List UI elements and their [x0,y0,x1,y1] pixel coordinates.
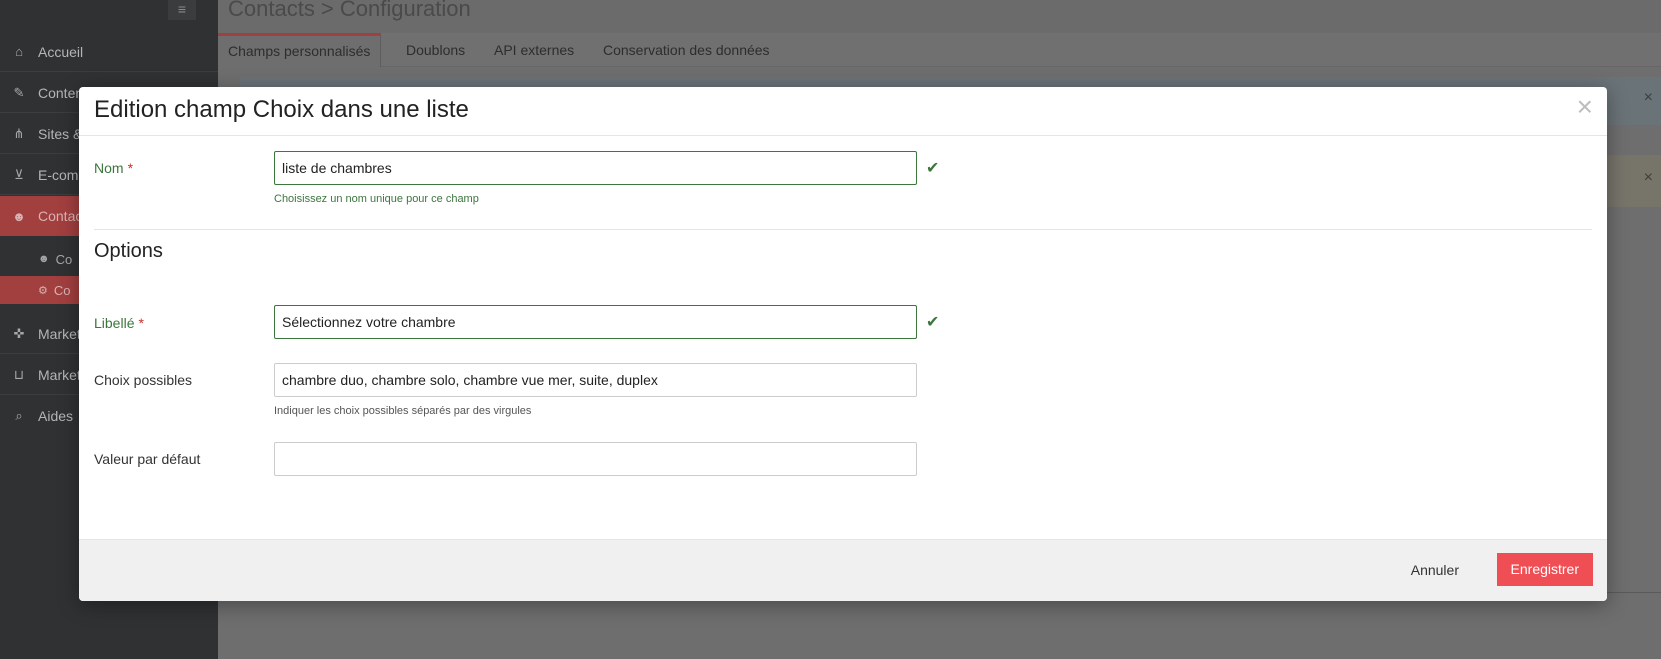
sidebar-item-accueil[interactable]: ⌂ Accueil [0,32,218,72]
options-section-title: Options [94,240,163,262]
default-value-input[interactable] [274,442,917,476]
users-icon: ☻ [12,208,26,224]
close-icon[interactable]: × [1577,93,1593,121]
sidebar-item-label: Market [38,366,81,383]
required-mark: * [127,160,134,176]
tab-custom-fields[interactable]: Champs personnalisés [218,33,382,67]
modal-title: Edition champ Choix dans une liste [94,96,469,123]
checkmark-icon: ✔ [926,314,940,331]
cogs-icon: ⚙ [38,284,48,297]
menu-toggle-icon[interactable]: ≡ [168,0,196,20]
modal-header: Edition champ Choix dans une liste × [79,87,1607,136]
tab-data-retention[interactable]: Conservation des données [593,33,780,67]
sidebar-item-label: Conten [38,84,84,101]
libelle-label-text: Libellé [94,315,135,331]
tab-duplicates[interactable]: Doublons [396,33,475,67]
home-icon: ⌂ [15,44,23,59]
libelle-input[interactable] [274,305,917,339]
modal-footer: Annuler Enregistrer [79,539,1607,601]
name-label-text: Nom [94,160,124,176]
name-label: Nom * [94,160,133,176]
sitemap-icon: ⋔ [13,125,25,141]
close-icon[interactable]: × [1644,89,1653,107]
sidebar-item-label: Aides [38,408,74,424]
sidebar-subitem-label: Co [53,282,71,298]
choices-input[interactable] [274,363,917,397]
divider [1600,592,1661,593]
default-value-label: Valeur par défaut [94,451,201,467]
edit-field-modal: Edition champ Choix dans une liste × Nom… [79,87,1607,601]
cancel-button[interactable]: Annuler [1403,554,1467,586]
required-mark: * [138,315,144,331]
name-help-text: Choisissez un nom unique pour ce champ [274,193,479,205]
sidebar-item-label: Marketi [38,325,84,342]
users-icon: ☻ [38,253,50,265]
cart-icon: ⊻ [14,166,24,182]
checkmark-icon: ✔ [926,160,940,177]
tab-external-api[interactable]: API externes [484,33,584,67]
close-icon[interactable]: × [1644,169,1653,187]
libelle-label: Libellé * [94,315,144,331]
choices-label: Choix possibles [94,372,193,388]
sidebar-item-label: Contac [38,208,83,224]
search-icon: ⌕ [15,408,23,423]
name-input[interactable] [274,151,917,185]
basket-icon: ⊔ [13,366,25,382]
page-title: Contacts > Configuration [228,0,471,21]
crosshairs-icon: ✜ [13,325,25,341]
edit-icon: ✎ [13,84,25,100]
sidebar-item-label: Accueil [38,43,84,60]
choices-help-text: Indiquer les choix possibles séparés par… [274,405,532,417]
divider [94,229,1592,230]
sidebar-subitem-label: Co [55,251,73,267]
save-button[interactable]: Enregistrer [1496,553,1593,586]
sidebar-item-label: Sites & [38,125,83,142]
